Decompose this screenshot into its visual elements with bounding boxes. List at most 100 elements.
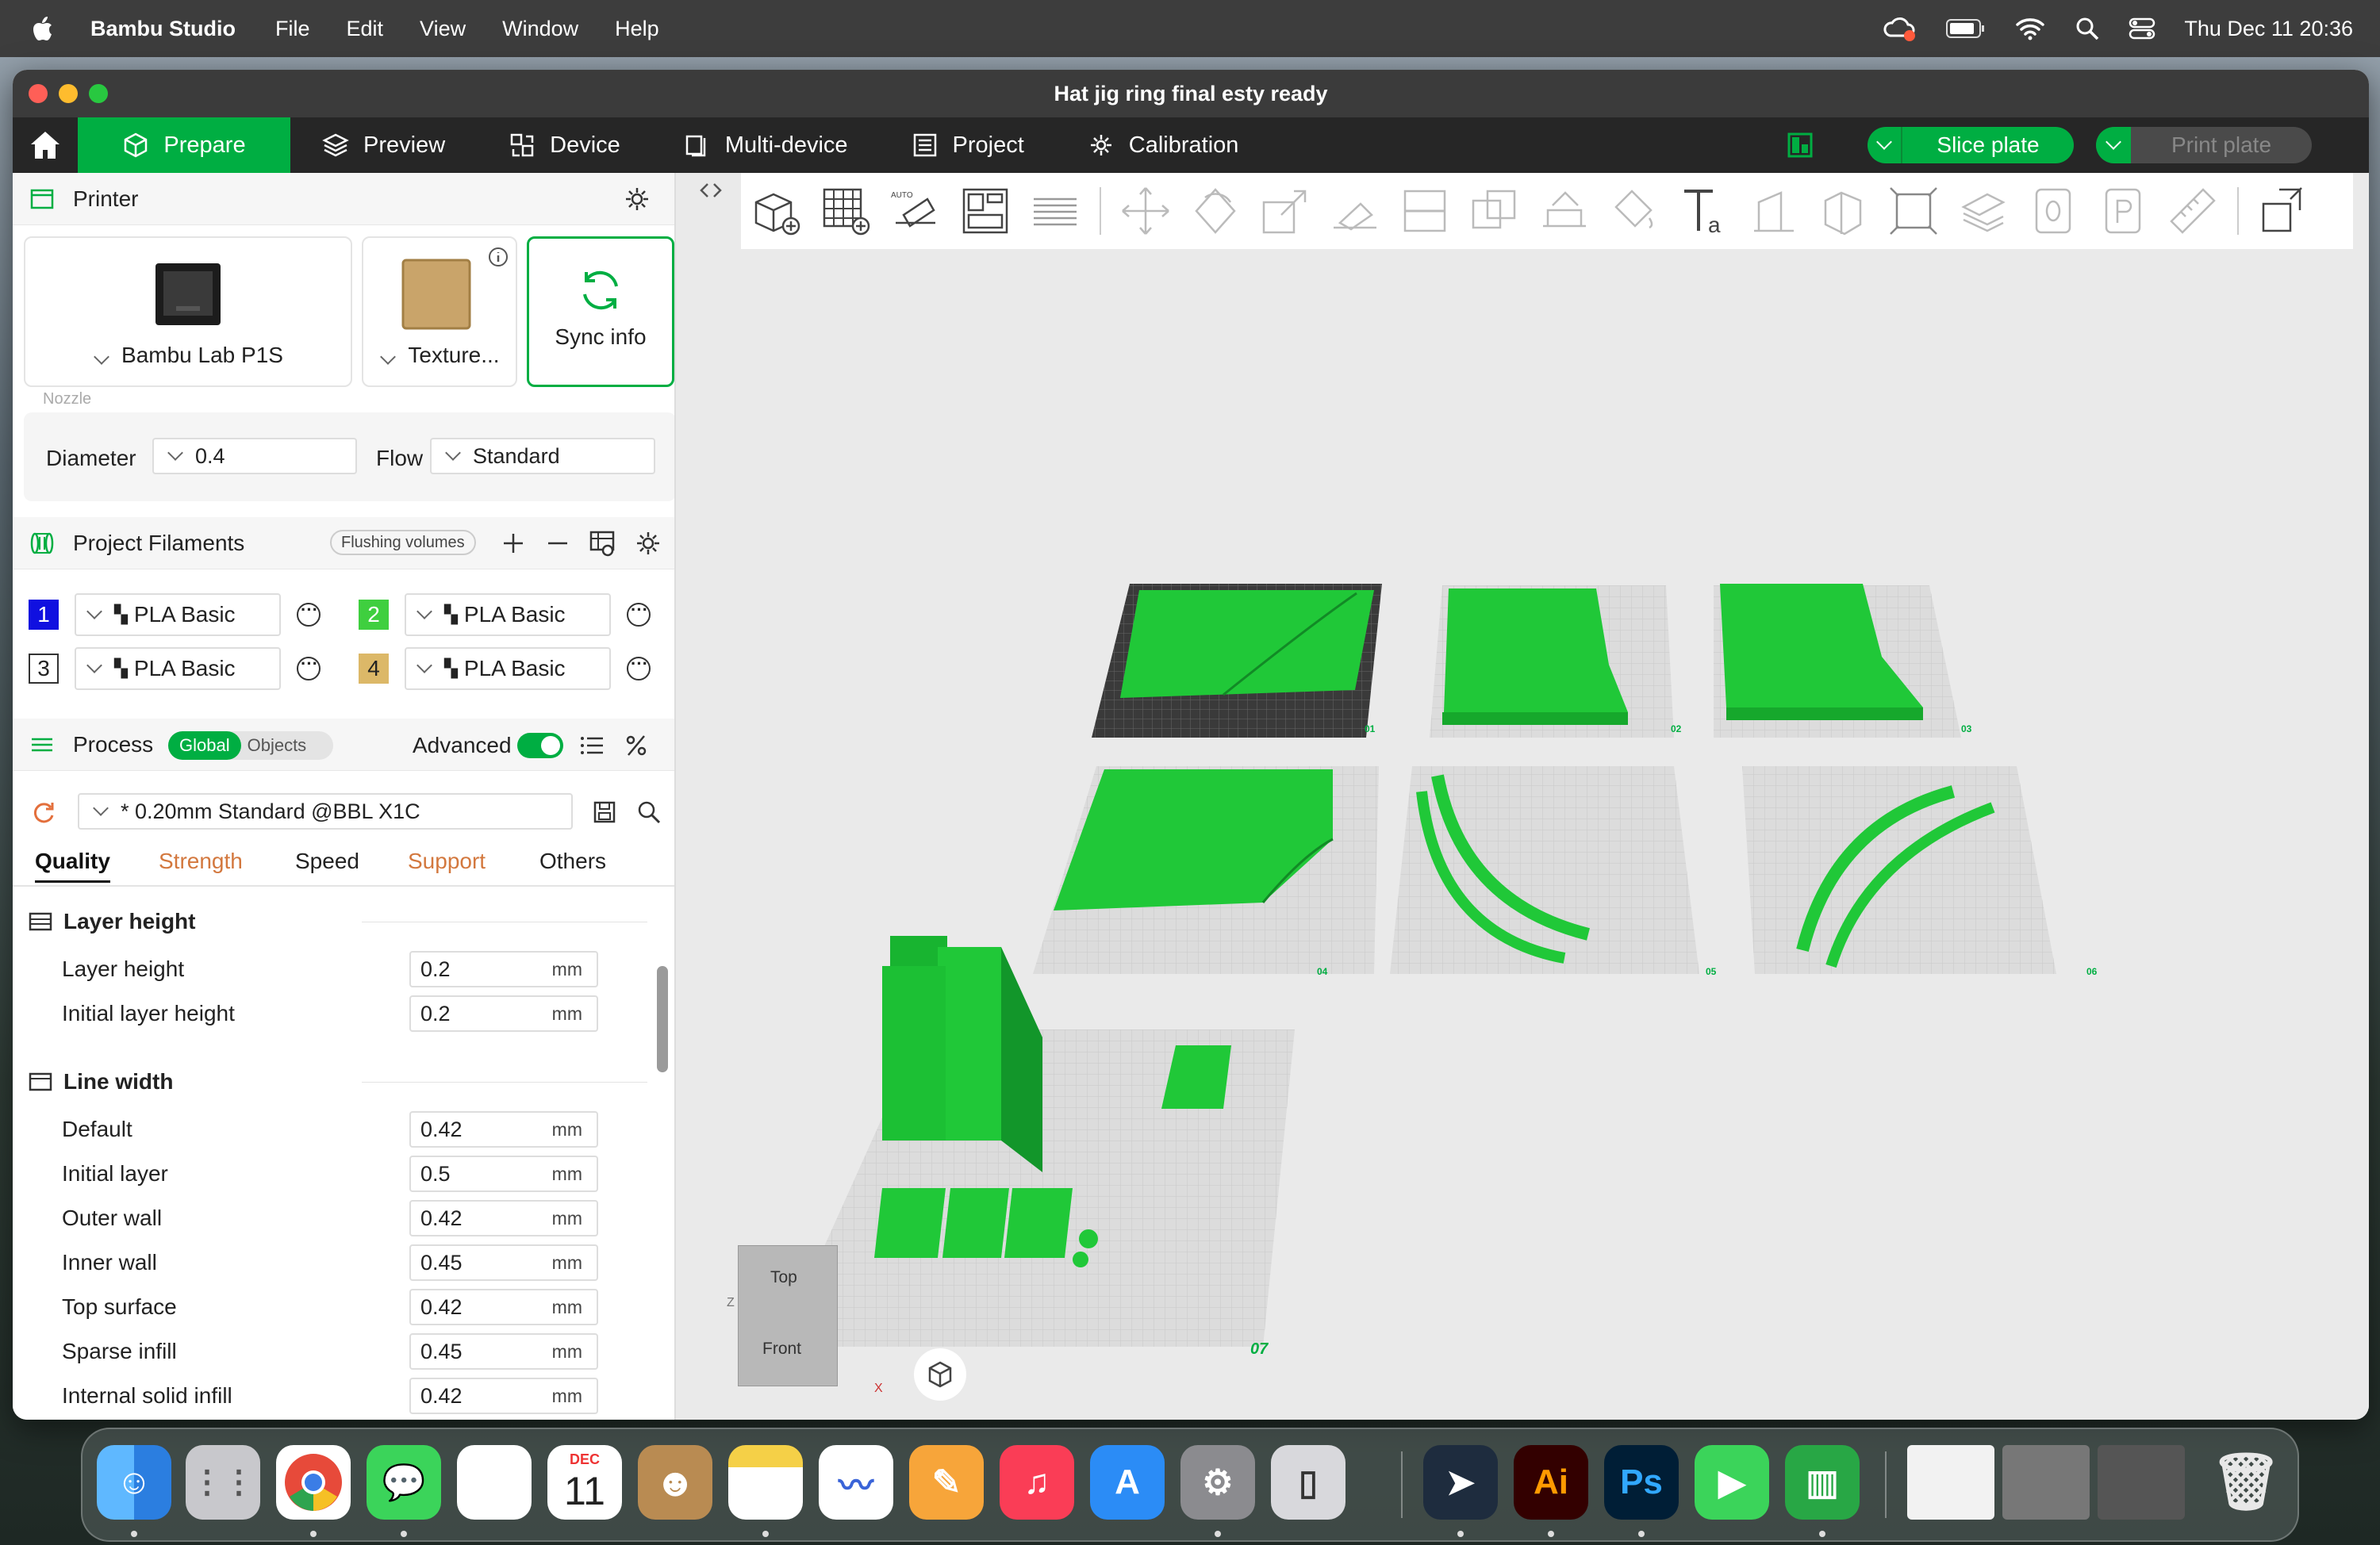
filament-options-icon[interactable] (627, 654, 651, 680)
creative-cloud-icon[interactable] (1883, 15, 1917, 42)
filament-slot-1[interactable]: 1 ▚ PLA Basic (29, 593, 321, 636)
auto-orient-button[interactable]: AUTO (884, 179, 947, 243)
sync-info-button[interactable]: Sync info (527, 236, 674, 387)
numbers-icon[interactable]: ▥ (1785, 1445, 1860, 1520)
color-paint-button[interactable] (1603, 179, 1666, 243)
filament-slot-3[interactable]: 3 ▚ PLA Basic (29, 647, 321, 690)
filament-settings-gear-icon[interactable] (635, 530, 662, 557)
plate-03[interactable] (1714, 584, 1961, 738)
printer-selector[interactable]: Bambu Lab P1S (24, 236, 352, 387)
filament-grouping-icon[interactable] (589, 530, 616, 557)
setting-input[interactable]: 0.42 mm (409, 1378, 598, 1414)
explode-view-button[interactable] (2251, 179, 2315, 243)
tab-preview[interactable]: Preview (290, 117, 477, 173)
app-store-icon[interactable]: A (1090, 1445, 1165, 1520)
remove-filament-icon[interactable] (546, 531, 570, 555)
apple-menu-icon[interactable] (32, 15, 56, 42)
reset-preset-icon[interactable] (30, 799, 57, 826)
spotlight-search-icon[interactable] (2075, 16, 2100, 41)
filament-type-select[interactable]: ▚ PLA Basic (405, 647, 611, 690)
process-preset-select[interactable]: * 0.20mm Standard @BBL X1C (78, 793, 573, 830)
photoshop-icon[interactable]: Ps (1604, 1445, 1679, 1520)
filament-type-select[interactable]: ▚ PLA Basic (75, 647, 281, 690)
view-cube-top[interactable]: Top (770, 1268, 797, 1287)
printer-settings-gear-icon[interactable] (624, 186, 651, 213)
variable-layer-button[interactable] (1952, 179, 2015, 243)
search-settings-icon[interactable] (636, 799, 662, 825)
setting-input[interactable]: 0.42 mm (409, 1200, 598, 1236)
recent-window-thumbnail[interactable] (1907, 1445, 1994, 1520)
assembly-view-button[interactable] (1882, 179, 1945, 243)
close-window-button[interactable] (29, 84, 48, 103)
plate-04[interactable] (1033, 766, 1379, 974)
battery-icon[interactable] (1946, 18, 1986, 39)
recent-window-thumbnail[interactable] (2098, 1445, 2185, 1520)
save-preset-icon[interactable] (592, 799, 617, 825)
plate-05[interactable] (1390, 766, 1699, 974)
support-paint-button[interactable] (1533, 179, 1596, 243)
finder-icon[interactable]: ☺ (97, 1445, 171, 1520)
plate-07[interactable] (779, 936, 1295, 1347)
facetime-icon[interactable]: ▶ (1695, 1445, 1769, 1520)
tab-project[interactable]: Project (880, 117, 1056, 173)
illustrator-icon[interactable]: Ai (1514, 1445, 1588, 1520)
plate-06[interactable] (1742, 766, 2056, 974)
menu-file[interactable]: File (275, 17, 310, 41)
p-button[interactable] (2091, 179, 2155, 243)
app-menu[interactable]: Bambu Studio (90, 17, 236, 41)
messages-icon[interactable]: 💬 (367, 1445, 441, 1520)
print-dropdown-chevron-icon[interactable] (2096, 127, 2131, 163)
tab-others[interactable]: Others (539, 849, 606, 874)
setting-input[interactable]: 0.45 mm (409, 1244, 598, 1281)
filament-options-icon[interactable] (297, 654, 321, 680)
3d-viewport[interactable]: AUTO a 01 02 03 04 05 06 07 Top Front Z … (676, 173, 2369, 1420)
filament-options-icon[interactable] (297, 600, 321, 627)
minimize-window-button[interactable] (59, 84, 78, 103)
home-button[interactable] (13, 117, 78, 173)
plate-01[interactable] (1092, 584, 1382, 738)
tab-quality[interactable]: Quality (35, 849, 110, 883)
add-plate-button[interactable] (814, 179, 877, 243)
filament-slot-4[interactable]: 4 ▚ PLA Basic (359, 647, 651, 690)
list-icon[interactable] (579, 733, 605, 758)
boolean-tool-button[interactable] (1463, 179, 1526, 243)
cut-tool-button[interactable] (1393, 179, 1457, 243)
menu-clock[interactable]: Thu Dec 11 20:36 (2184, 17, 2353, 41)
setting-input[interactable]: 0.2 mm (409, 995, 598, 1032)
slice-plate-button[interactable]: Slice plate (1868, 127, 2074, 163)
menu-edit[interactable]: Edit (347, 17, 384, 41)
recent-window-thumbnail[interactable] (2002, 1445, 2090, 1520)
add-object-button[interactable] (744, 179, 808, 243)
tab-support[interactable]: Support (408, 849, 486, 874)
tab-strength[interactable]: Strength (159, 849, 243, 874)
global-toggle-option[interactable]: Global (168, 731, 241, 760)
setting-input[interactable]: 0.5 mm (409, 1156, 598, 1192)
calendar-icon[interactable]: DEC 11 (547, 1445, 622, 1520)
view-cube-front[interactable]: Front (762, 1340, 801, 1359)
tab-speed[interactable]: Speed (295, 849, 359, 874)
filament-options-icon[interactable] (627, 600, 651, 627)
measure-height-button[interactable] (1742, 179, 1806, 243)
compare-percent-icon[interactable] (624, 733, 649, 758)
music-icon[interactable]: ♫ (1000, 1445, 1074, 1520)
info-icon[interactable] (487, 246, 509, 268)
pages-icon[interactable]: ✎ (909, 1445, 984, 1520)
zero-button[interactable] (2021, 179, 2085, 243)
view-cube[interactable]: Top Front (738, 1245, 838, 1386)
wifi-icon[interactable] (2014, 17, 2046, 40)
setting-input[interactable]: 0.45 mm (409, 1333, 598, 1370)
photos-icon[interactable]: ✿ (457, 1445, 532, 1520)
move-tool-button[interactable] (1114, 179, 1177, 243)
print-plate-button[interactable]: Print plate (2096, 127, 2312, 163)
filament-slot-2[interactable]: 2 ▚ PLA Basic (359, 593, 651, 636)
plate-02[interactable] (1430, 585, 1674, 738)
contacts-icon[interactable]: ☻ (638, 1445, 712, 1520)
slice-dropdown-chevron-icon[interactable] (1868, 127, 1902, 163)
freeform-icon[interactable]: 〰 (819, 1445, 893, 1520)
notes-icon[interactable] (728, 1445, 803, 1520)
menu-view[interactable]: View (420, 17, 466, 41)
plate-layout-icon[interactable] (1787, 132, 1814, 159)
tab-prepare[interactable]: Prepare (78, 117, 290, 173)
iphone-mirroring-icon[interactable]: ▯ (1271, 1445, 1345, 1520)
text-tool-button[interactable]: a (1672, 179, 1736, 243)
